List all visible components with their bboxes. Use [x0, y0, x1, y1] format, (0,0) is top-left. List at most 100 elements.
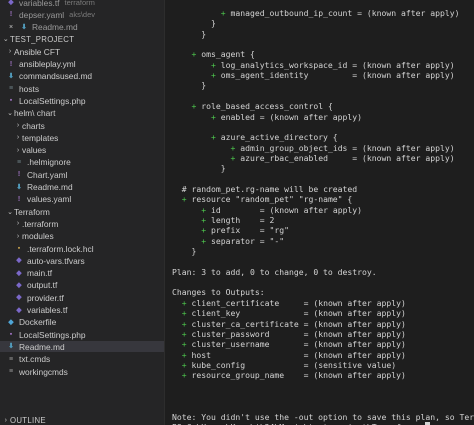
explorer-item[interactable]: ▪ LocalSettings.php	[0, 329, 164, 340]
terminal-line: + role_based_access_control {	[172, 101, 333, 111]
explorer-item[interactable]: ◆ output.tf	[0, 280, 164, 291]
terminal-indent	[172, 29, 201, 39]
terminal-text: host = (known after apply)	[186, 349, 406, 360]
terminal-text: resource_group_name = (known after apply…	[186, 370, 406, 381]
chevron-right-icon[interactable]: ›	[6, 48, 14, 55]
explorer-sidebar: ◆ variables.tf terraform! depser.yaml aks\de…	[0, 0, 165, 425]
explorer-item[interactable]: ⬇ Readme.md	[0, 341, 164, 353]
terminal-text: cluster_ca_certificate = (known after ap…	[186, 318, 406, 329]
explorer-item-label: Readme.md	[19, 341, 65, 352]
chevron-right-icon[interactable]: ›	[14, 233, 22, 240]
explorer-item[interactable]: ◆ provider.tf	[0, 292, 164, 303]
explorer-item[interactable]: ≡ hosts	[0, 83, 164, 94]
explorer-item-label: depser.yaml	[19, 9, 65, 20]
terminal-indent	[172, 205, 201, 215]
explorer-item-label: Ansible CFT	[14, 46, 61, 57]
terminal-line: + resource_group_name = (known after app…	[172, 370, 406, 380]
terminal-text: cluster_username = (known after apply)	[186, 339, 406, 350]
terminal-line: + host = (known after apply)	[172, 350, 406, 360]
explorer-item-label: ansibleplay.yml	[19, 59, 76, 69]
explorer-item[interactable]: ! values.yaml	[0, 194, 164, 205]
tf-file-icon: ◆	[8, 0, 14, 6]
explorer-item[interactable]: ◆ main.tf	[0, 268, 164, 279]
explorer-item[interactable]: ! Chart.yaml	[0, 169, 164, 180]
terminal-indent	[172, 246, 192, 256]
chevron-right-icon[interactable]: ›	[14, 134, 22, 141]
terminal-indent	[172, 101, 192, 111]
terminal-indent	[172, 236, 201, 246]
outline-title: OUTLINE	[10, 416, 46, 425]
explorer-item-label: .terraform	[22, 218, 59, 229]
explorer-item[interactable]: ! ansibleplay.yml	[0, 59, 164, 70]
terminal-text: kube_config = (sensitive value)	[186, 359, 397, 370]
explorer-item[interactable]: › charts	[0, 120, 164, 131]
terminal-line: + resource "random_pet" "rg-name" {	[172, 194, 353, 205]
terminal-indent	[172, 194, 182, 204]
chevron-right-icon[interactable]: ›	[2, 417, 10, 424]
terminal-panel[interactable]: + managed_outbound_ip_count = (known aft…	[166, 0, 474, 425]
explorer-item[interactable]: ⌄ helm\ chart	[0, 108, 164, 119]
explorer-item[interactable]: ◆ variables.tf	[0, 305, 164, 316]
close-icon[interactable]: ×	[6, 23, 16, 32]
explorer-item[interactable]: ◆ Dockerfile	[0, 317, 164, 328]
chevron-right-icon[interactable]: ›	[14, 122, 22, 129]
chevron-right-icon[interactable]: ›	[14, 147, 22, 154]
txt-file-icon: ≡	[8, 355, 14, 363]
terminal-line: + kube_config = (sensitive value)	[172, 360, 396, 370]
terminal-indent	[172, 319, 182, 329]
php-file-icon: ▪	[9, 97, 13, 105]
explorer-item[interactable]: ▪ .terraform.lock.hcl	[0, 243, 164, 254]
cfg-file-icon: ≡	[8, 85, 14, 93]
outline-section-header[interactable]: › OUTLINE	[0, 415, 164, 425]
explorer-item[interactable]: ≡ .helmignore	[0, 157, 164, 168]
explorer-item[interactable]: › values	[0, 145, 164, 156]
terminal-indent	[172, 360, 182, 370]
explorer-item[interactable]: ⬇ commandsused.md	[0, 71, 164, 82]
explorer-item[interactable]: ▪ LocalSettings.php	[0, 95, 164, 106]
explorer-item[interactable]: › templates	[0, 132, 164, 143]
lock-file-icon: ▪	[17, 245, 21, 252]
yml-file-icon: !	[9, 11, 13, 19]
project-section-header[interactable]: ⌄ TEST_PROJECT	[0, 34, 164, 45]
explorer-item[interactable]: ⬇ Readme.md	[0, 182, 164, 193]
terminal-text: oms_agent_identity = (known after apply)	[215, 70, 455, 81]
chevron-down-icon[interactable]: ⌄	[6, 109, 14, 117]
php-file-icon: ▪	[9, 331, 13, 339]
explorer-item[interactable]: ≡ workingcmds	[0, 366, 164, 377]
explorer-item-path-hint: aks\dev	[69, 10, 96, 20]
explorer-item[interactable]: ◆ auto-vars.tfvars	[0, 255, 164, 266]
terminal-line: + client_key = (known after apply)	[172, 308, 406, 318]
explorer-item[interactable]: ! depser.yaml aks\dev	[0, 9, 164, 20]
explorer-item-label: variables.tf	[19, 0, 60, 8]
explorer-item-label: commandsused.md	[19, 71, 93, 82]
terminal-text: prefix = "rg"	[206, 225, 289, 236]
txt-file-icon: ≡	[8, 368, 14, 375]
terminal-line: Note: You didn't use the -out option to …	[172, 412, 474, 422]
terminal-text: }	[201, 28, 207, 39]
terminal-text: azure_rbac_enabled = (known after apply)	[235, 152, 455, 163]
chevron-down-icon[interactable]: ⌄	[2, 35, 10, 43]
terminal-indent	[172, 339, 182, 349]
terminal-indent	[172, 225, 201, 235]
explorer-item[interactable]: ⌄ Terraform	[0, 206, 164, 217]
md-file-icon: ⬇	[8, 72, 14, 80]
cfg-file-icon: ≡	[16, 158, 22, 166]
terminal-line: + id = (known after apply)	[172, 205, 362, 215]
terminal-line: + length = 2	[172, 215, 274, 225]
explorer-item-label: charts	[22, 120, 45, 131]
chevron-right-icon[interactable]: ›	[14, 220, 22, 227]
explorer-item[interactable]: › Ansible CFT	[0, 46, 164, 57]
explorer-item[interactable]: × ⬇ Readme.md	[0, 22, 164, 33]
terminal-indent	[172, 132, 211, 142]
terminal-line: + admin_group_object_ids = (known after …	[172, 143, 454, 153]
explorer-item-label: Chart.yaml	[27, 169, 68, 180]
explorer-item[interactable]: ≡ txt.cmds	[0, 354, 164, 365]
explorer-item-label: Terraform	[14, 206, 50, 217]
docker-file-icon: ◆	[8, 318, 14, 326]
chevron-down-icon[interactable]: ⌄	[6, 208, 14, 216]
explorer-item[interactable]: ◆ variables.tf terraform	[0, 0, 164, 8]
tf-file-icon: ◆	[16, 269, 22, 277]
explorer-item[interactable]: › .terraform	[0, 218, 164, 229]
terminal-text: resource "random_pet" "rg-name" {	[186, 194, 353, 205]
explorer-item[interactable]: › modules	[0, 231, 164, 242]
